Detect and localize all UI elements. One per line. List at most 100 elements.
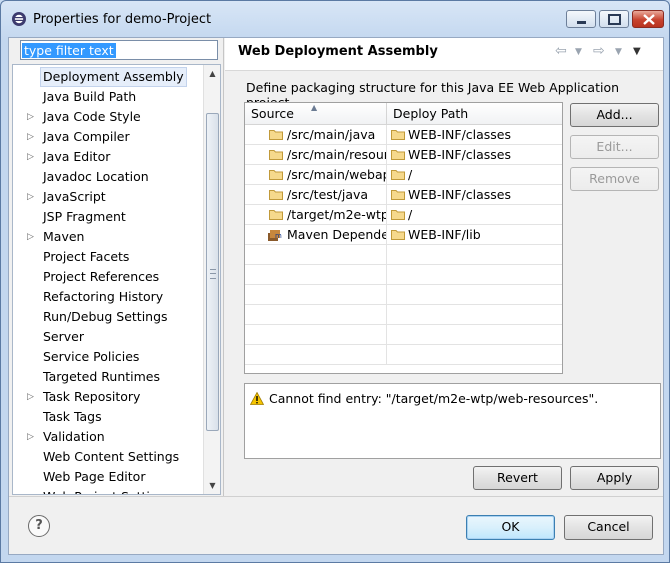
table-row[interactable]: /target/m2e-wtp/web-resources / [245, 205, 562, 225]
tree-item-label: Web Content Settings [43, 449, 180, 464]
tree-item-label: Service Policies [43, 349, 140, 364]
folder-icon [391, 190, 405, 200]
window-title: Properties for demo-Project [33, 12, 212, 27]
deploy-cell: WEB-INF/classes [387, 185, 562, 204]
source-cell: m Maven Dependencies [245, 225, 387, 244]
table-row[interactable]: /src/main/webapp / [245, 165, 562, 185]
empty-cell [245, 245, 387, 264]
empty-cell [387, 265, 562, 284]
tree-item-label: Task Repository [43, 389, 141, 404]
tree-scrollbar[interactable]: ▲ ▼ [203, 65, 220, 494]
folder-icon [391, 210, 405, 220]
warning-icon [250, 392, 264, 405]
tree-item-label: Task Tags [43, 409, 102, 424]
empty-cell [245, 325, 387, 344]
edit-button[interactable]: Edit... [570, 135, 659, 159]
source-path: /src/main/resources [287, 147, 386, 162]
column-header-deploy-path[interactable]: Deploy Path [387, 103, 562, 125]
expand-arrow-icon[interactable]: ▷ [27, 227, 37, 247]
remove-button[interactable]: Remove [570, 167, 659, 191]
source-cell: /src/main/webapp [245, 165, 387, 184]
filter-text: type filter text [22, 43, 116, 58]
empty-cell [387, 345, 562, 364]
folder-icon [269, 150, 283, 160]
dialog-content: type filter text Deployment Assembly Java… [8, 37, 664, 555]
source-path: /target/m2e-wtp/web-resources [287, 207, 386, 222]
help-icon[interactable]: ? [28, 515, 50, 537]
deploy-path: WEB-INF/classes [408, 127, 512, 142]
back-arrow-icon[interactable]: ⇦ [555, 43, 567, 59]
assembly-table[interactable]: Source ▲ Deploy Path /src/main/java WEB-I… [244, 102, 563, 374]
svg-text:m: m [275, 232, 282, 240]
expand-arrow-icon[interactable]: ▷ [27, 387, 37, 407]
empty-cell [387, 285, 562, 304]
empty-cell [245, 305, 387, 324]
source-cell: /src/main/java [245, 125, 387, 144]
scroll-thumb[interactable] [206, 113, 219, 431]
deploy-path: / [408, 167, 413, 182]
tree-item-label: JSP Fragment [43, 209, 126, 224]
table-row[interactable]: m Maven Dependencies WEB-INF/lib [245, 225, 562, 245]
close-button[interactable] [632, 10, 664, 28]
scroll-up-arrow-icon[interactable]: ▲ [204, 65, 220, 82]
table-row [245, 325, 562, 345]
title-bar[interactable]: Properties for demo-Project [1, 1, 669, 37]
expand-arrow-icon[interactable]: ▷ [27, 147, 37, 167]
tree-item-label: JavaScript [43, 189, 106, 204]
page-title: Web Deployment Assembly [238, 44, 438, 59]
forward-dropdown-icon[interactable]: ▼ [615, 47, 622, 57]
empty-cell [245, 265, 387, 284]
source-cell: /target/m2e-wtp/web-resources [245, 205, 387, 224]
expand-arrow-icon[interactable]: ▷ [27, 187, 37, 207]
minimize-button[interactable] [566, 10, 596, 28]
table-row[interactable]: /src/main/resources WEB-INF/classes [245, 145, 562, 165]
empty-cell [387, 325, 562, 344]
folder-icon [391, 170, 405, 180]
deploy-path: WEB-INF/classes [408, 187, 512, 202]
minimize-icon [577, 21, 586, 24]
preference-tree[interactable]: Deployment Assembly Java Build Path ▷ Java … [12, 64, 221, 495]
deploy-path: / [408, 207, 413, 222]
expand-arrow-icon[interactable]: ▷ [27, 427, 37, 447]
scroll-down-arrow-icon[interactable]: ▼ [204, 477, 220, 494]
tree-item-label: Web Project Settings [43, 487, 172, 494]
source-path: Maven Dependencies [287, 227, 386, 242]
table-row [245, 265, 562, 285]
warning-message: Cannot find entry: "/target/m2e-wtp/web-… [269, 391, 599, 406]
properties-dialog: Properties for demo-Project type filter … [0, 0, 670, 563]
expand-arrow-icon[interactable]: ▷ [27, 127, 37, 147]
table-row[interactable]: /src/test/java WEB-INF/classes [245, 185, 562, 205]
cancel-button[interactable]: Cancel [564, 515, 653, 540]
ok-button[interactable]: OK [466, 515, 555, 540]
forward-arrow-icon[interactable]: ⇨ [593, 43, 605, 59]
add-button[interactable]: Add... [570, 103, 659, 127]
back-dropdown-icon[interactable]: ▼ [575, 47, 582, 57]
deploy-cell: WEB-INF/classes [387, 145, 562, 164]
maximize-button[interactable] [599, 10, 629, 28]
source-cell: /src/main/resources [245, 145, 387, 164]
folder-icon [391, 230, 405, 240]
view-menu-icon[interactable]: ▼ [633, 46, 641, 57]
tree-item-label: Targeted Runtimes [43, 369, 160, 384]
column-header-source[interactable]: Source ▲ [245, 103, 387, 125]
tree-item-label: Refactoring History [43, 289, 164, 304]
table-row [245, 245, 562, 265]
tree-item-label: Validation [43, 429, 105, 444]
tree-item-label: Java Build Path [43, 89, 137, 104]
expand-arrow-icon[interactable]: ▷ [27, 107, 37, 127]
tree-item-label: Java Code Style [43, 109, 141, 124]
table-row[interactable]: /src/main/java WEB-INF/classes [245, 125, 562, 145]
filter-input[interactable]: type filter text [20, 40, 218, 60]
source-path: /src/main/java [287, 127, 376, 142]
tree-item-label: Web Page Editor [43, 469, 146, 484]
folder-icon [269, 190, 283, 200]
apply-button[interactable]: Apply [570, 466, 659, 490]
deploy-cell: / [387, 165, 562, 184]
revert-button[interactable]: Revert [473, 466, 562, 490]
panel-splitter[interactable] [223, 38, 224, 496]
sort-ascending-icon: ▲ [311, 103, 318, 112]
source-cell: /src/test/java [245, 185, 387, 204]
bottom-separator [9, 496, 663, 497]
eclipse-icon [12, 12, 26, 26]
deploy-path: WEB-INF/classes [408, 147, 512, 162]
